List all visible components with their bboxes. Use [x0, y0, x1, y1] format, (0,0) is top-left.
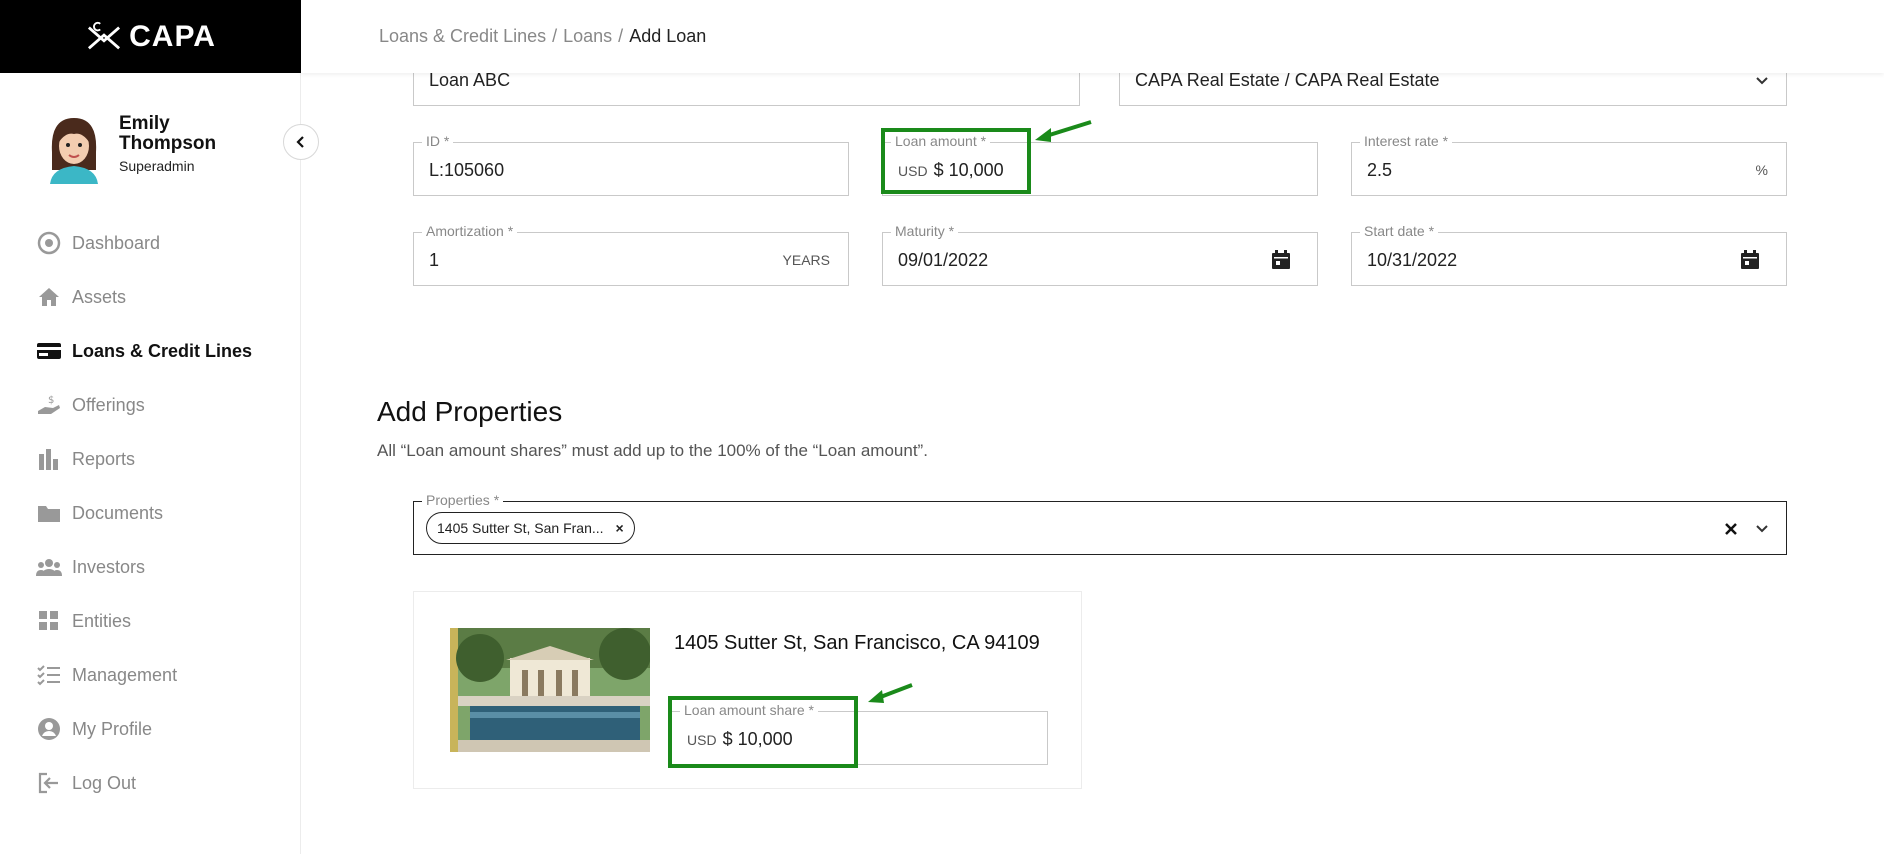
grid-icon [36, 608, 62, 634]
sidebar: CAPA Emily Thompson Superadmin Dashboard… [0, 0, 301, 854]
nav-item-assets[interactable]: Assets [36, 270, 286, 324]
credit-card-icon [36, 338, 62, 364]
offering-hand-icon: $ [36, 392, 62, 418]
breadcrumb: Loans & Credit Lines / Loans / Add Loan [379, 26, 706, 47]
id-field[interactable]: ID * L:105060 [413, 133, 849, 196]
capa-logo-icon [88, 21, 121, 49]
interest-rate-field[interactable]: Interest rate * 2.5 % [1351, 133, 1787, 196]
arrow-annotation-icon [1035, 120, 1092, 142]
user-circle-icon [36, 716, 62, 742]
breadcrumb-loans[interactable]: Loans [563, 26, 612, 46]
nav-label: Offerings [72, 394, 145, 415]
maturity-value: 09/01/2022 [898, 250, 989, 270]
start-date-value: 10/31/2022 [1367, 250, 1458, 270]
nav-item-log-out[interactable]: Log Out [36, 756, 286, 810]
logo-bar[interactable]: CAPA [0, 0, 301, 73]
breadcrumb-separator: / [618, 26, 624, 46]
loan-amount-share-highlight [668, 696, 858, 768]
calendar-icon[interactable] [1271, 250, 1291, 270]
user-role: Superadmin [119, 158, 195, 174]
breadcrumb-separator: / [552, 26, 558, 46]
collapse-sidebar-button[interactable] [283, 124, 319, 160]
nav-item-reports[interactable]: Reports [36, 432, 286, 486]
checklist-icon [36, 662, 62, 688]
svg-text:$: $ [48, 395, 54, 406]
nav-label: Loans & Credit Lines [72, 340, 253, 361]
nav-item-investors[interactable]: Investors [36, 540, 286, 594]
nav-item-offerings[interactable]: $ Offerings [36, 378, 286, 432]
years-suffix: YEARS [782, 252, 830, 268]
chevron-down-icon[interactable] [1754, 521, 1770, 537]
breadcrumb-loans-credit-lines[interactable]: Loans & Credit Lines [379, 26, 546, 46]
nav-label: Management [72, 664, 178, 685]
arrow-annotation-icon [868, 683, 913, 703]
logo-text: CAPA [129, 19, 216, 53]
bar-chart-icon [36, 446, 62, 472]
breadcrumb-current: Add Loan [629, 26, 707, 46]
percent-suffix: % [1755, 162, 1768, 178]
users-icon [36, 554, 62, 580]
amortization-value: 1 [429, 250, 440, 270]
nav-label: Reports [72, 448, 136, 469]
section-subtitle: All “Loan amount shares” must add up to … [377, 441, 928, 460]
maturity-label: Maturity * [891, 223, 959, 239]
properties-label: Properties * [422, 492, 504, 508]
start-date-field[interactable]: Start date * 10/31/2022 [1351, 223, 1787, 286]
loan-name-value: Loan ABC [429, 70, 511, 90]
nav-item-my-profile[interactable]: My Profile [36, 702, 286, 756]
nav-item-loans-credit-lines[interactable]: Loans & Credit Lines [36, 324, 286, 378]
nav-label: Dashboard [72, 232, 161, 253]
section-title: Add Properties [377, 396, 563, 427]
property-image [450, 628, 650, 752]
user-profile: Emily Thompson Superadmin [42, 110, 282, 190]
properties-select[interactable]: Properties * 1405 Sutter St, San Fran...… [413, 492, 1787, 555]
loan-amount-highlight [881, 128, 1031, 194]
nav-item-documents[interactable]: Documents [36, 486, 286, 540]
avatar [50, 118, 98, 184]
sidebar-nav: Dashboard Assets Loans & Credit Lines $ … [36, 216, 286, 810]
id-label: ID * [422, 133, 454, 149]
nav-item-management[interactable]: Management [36, 648, 286, 702]
chip-remove-icon[interactable]: × [616, 520, 624, 536]
property-chip-label: 1405 Sutter St, San Fran... [437, 520, 604, 536]
nav-item-entities[interactable]: Entities [36, 594, 286, 648]
nav-label: Documents [72, 502, 164, 523]
user-name: Emily Thompson [119, 113, 217, 154]
top-header: Loans & Credit Lines / Loans / Add Loan [301, 0, 1884, 73]
amortization-label: Amortization * [422, 223, 518, 239]
interest-rate-label: Interest rate * [1360, 133, 1453, 149]
nav-label: Investors [72, 556, 146, 577]
start-date-label: Start date * [1360, 223, 1439, 239]
nav-label: My Profile [72, 718, 153, 739]
logout-icon [36, 770, 62, 796]
property-address: 1405 Sutter St, San Francisco, CA 94109 [674, 632, 1040, 654]
amortization-field[interactable]: Amortization * 1 YEARS [413, 223, 849, 286]
chevron-down-icon [1756, 77, 1768, 85]
chevron-left-icon [296, 136, 304, 148]
calendar-icon[interactable] [1740, 250, 1760, 270]
id-value: L:105060 [429, 160, 505, 180]
maturity-field[interactable]: Maturity * 09/01/2022 [882, 223, 1318, 286]
nav-item-dashboard[interactable]: Dashboard [36, 216, 286, 270]
property-chip[interactable]: 1405 Sutter St, San Fran... × [426, 512, 635, 544]
home-icon [36, 284, 62, 310]
interest-rate-value: 2.5 [1367, 160, 1393, 180]
nav-label: Log Out [72, 772, 137, 793]
entity-value: CAPA Real Estate / CAPA Real Estate [1135, 70, 1440, 90]
nav-label: Entities [72, 610, 132, 631]
nav-label: Assets [72, 286, 127, 307]
clear-icon[interactable] [1724, 522, 1738, 536]
dashboard-icon [36, 230, 62, 256]
folder-icon [36, 500, 62, 526]
